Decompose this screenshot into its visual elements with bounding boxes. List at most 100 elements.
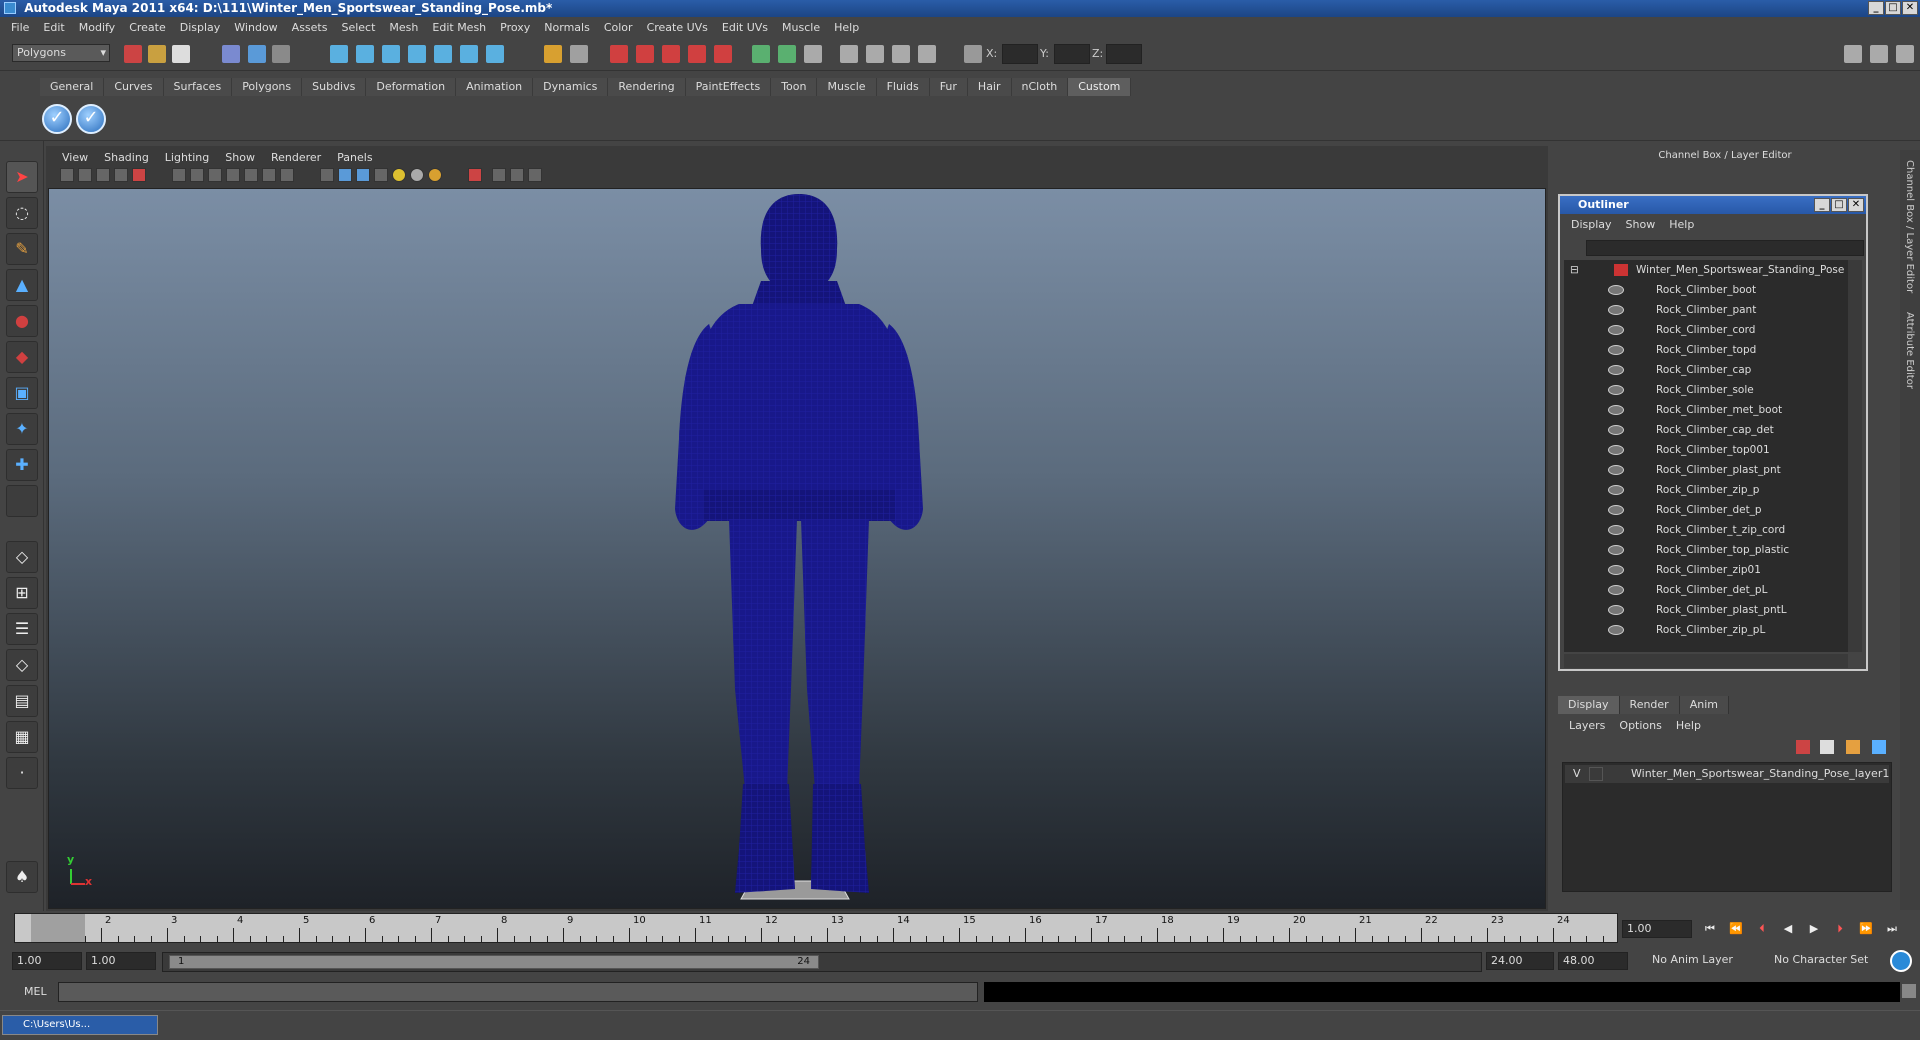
current-frame-marker[interactable]	[31, 914, 85, 942]
auto-key-icon[interactable]	[1890, 950, 1912, 972]
outliner-filter-input[interactable]	[1586, 240, 1864, 256]
snap-view-plane-icon[interactable]	[408, 45, 426, 63]
menu-select[interactable]: Select	[334, 21, 382, 34]
custom-shelf-button-2[interactable]: ✓	[76, 104, 106, 134]
tab-ncloth[interactable]: nCloth	[1011, 78, 1069, 96]
outliner-row[interactable]: Rock_Climber_met_boot	[1564, 400, 1848, 420]
play-backward-button[interactable]: ◀	[1778, 920, 1798, 938]
mel-label[interactable]: MEL	[24, 985, 47, 998]
outliner-row[interactable]: Rock_Climber_cap	[1564, 360, 1848, 380]
command-input[interactable]	[58, 982, 978, 1002]
outliner-row[interactable]: Rock_Climber_boot	[1564, 280, 1848, 300]
lasso-tool-icon[interactable]: ◌	[6, 197, 38, 229]
layer-row[interactable]: V Winter_Men_Sportswear_Standing_Pose_la…	[1565, 765, 1889, 783]
new-layer-selected-icon[interactable]	[1820, 740, 1834, 754]
outliner-minimize-button[interactable]: _	[1814, 198, 1830, 212]
magnet-icon[interactable]	[610, 45, 628, 63]
xray-icon[interactable]	[468, 168, 482, 182]
layer-menu-help[interactable]: Help	[1669, 719, 1708, 732]
start-time-field[interactable]: 1.00	[12, 952, 82, 970]
high-quality-icon[interactable]	[510, 168, 524, 182]
camera-lock-icon[interactable]	[132, 168, 146, 182]
outliner-row[interactable]: Rock_Climber_top_plastic	[1564, 540, 1848, 560]
outliner-row[interactable]: Rock_Climber_det_pL	[1564, 580, 1848, 600]
absolute-transform-icon[interactable]	[964, 45, 982, 63]
scale-tool-icon[interactable]: ◆	[6, 341, 38, 373]
render-icon[interactable]	[636, 45, 654, 63]
minimize-button[interactable]: _	[1868, 1, 1884, 15]
history-icon[interactable]	[460, 45, 478, 63]
batch-icon[interactable]	[892, 45, 910, 63]
playback-end-field[interactable]: 24.00	[1486, 952, 1554, 970]
tab-animation[interactable]: Animation	[456, 78, 534, 96]
step-forward-frame-button[interactable]: ⏵	[1830, 920, 1850, 938]
film-gate-icon[interactable]	[190, 168, 204, 182]
textured-icon[interactable]	[374, 168, 388, 182]
layer-options-icon[interactable]	[1872, 740, 1886, 754]
camera-icon[interactable]	[840, 45, 858, 63]
tab-layer-display[interactable]: Display	[1558, 696, 1620, 714]
go-to-end-button[interactable]: ⏭	[1882, 920, 1902, 938]
outliner-row[interactable]: Rock_Climber_top001	[1564, 440, 1848, 460]
character-set-dropdown[interactable]: No Character Set	[1770, 952, 1874, 970]
default-light-icon[interactable]	[428, 168, 442, 182]
side-tab-attribute-editor[interactable]: Attribute Editor	[1904, 312, 1915, 389]
hypershade-persp-layout-icon[interactable]: ▤	[6, 685, 38, 717]
outliner-persp-layout-icon[interactable]: ☰	[6, 613, 38, 645]
image-plane-icon[interactable]	[114, 168, 128, 182]
shadows-icon[interactable]	[410, 168, 424, 182]
outliner-vertical-scrollbar[interactable]	[1848, 260, 1862, 652]
maximize-button[interactable]: □	[1885, 1, 1901, 15]
rotate-tool-icon[interactable]: ●	[6, 305, 38, 337]
paint-select-tool-icon[interactable]: ✎	[6, 233, 38, 265]
lights-icon[interactable]	[392, 168, 406, 182]
outliner-menu-help[interactable]: Help	[1662, 218, 1701, 231]
menu-display[interactable]: Display	[173, 21, 228, 34]
new-layer-icon[interactable]	[1796, 740, 1810, 754]
hypershade-icon[interactable]	[714, 45, 732, 63]
new-scene-icon[interactable]	[124, 45, 142, 63]
snap-curve-icon[interactable]	[356, 45, 374, 63]
share-icon[interactable]	[528, 168, 542, 182]
layer-visibility-toggle[interactable]: V	[1573, 765, 1581, 783]
menu-proxy[interactable]: Proxy	[493, 21, 537, 34]
wireframe-icon[interactable]	[320, 168, 334, 182]
menu-normals[interactable]: Normals	[537, 21, 597, 34]
make-live-icon[interactable]	[434, 45, 452, 63]
select-hierarchy-icon[interactable]	[222, 45, 240, 63]
show-attribute-icon[interactable]	[778, 45, 796, 63]
help-icon[interactable]	[486, 45, 504, 63]
menu-edit-uvs[interactable]: Edit UVs	[715, 21, 775, 34]
resolution-gate-icon[interactable]	[208, 168, 222, 182]
transform-icon[interactable]	[866, 45, 884, 63]
tab-curves[interactable]: Curves	[104, 78, 164, 96]
grid-icon[interactable]	[172, 168, 186, 182]
gate-mask-icon[interactable]	[226, 168, 240, 182]
play-forward-button[interactable]: ▶	[1804, 920, 1824, 938]
select-object-icon[interactable]	[248, 45, 266, 63]
wireframe-on-shaded-icon[interactable]	[356, 168, 370, 182]
menu-help[interactable]: Help	[827, 21, 866, 34]
script-editor-icon[interactable]	[1902, 984, 1916, 998]
end-time-field[interactable]: 48.00	[1558, 952, 1628, 970]
menu-assets[interactable]: Assets	[285, 21, 335, 34]
outliner-row[interactable]: Rock_Climber_t_zip_cord	[1564, 520, 1848, 540]
move-tool-icon[interactable]: ▲	[6, 269, 38, 301]
outliner-close-button[interactable]: ✕	[1848, 198, 1864, 212]
collapse-icon[interactable]: ⊟	[1570, 260, 1579, 280]
selection-mask-icon[interactable]	[570, 45, 588, 63]
x-field[interactable]	[1002, 44, 1038, 64]
outliner-menu-display[interactable]: Display	[1564, 218, 1619, 231]
tab-surfaces[interactable]: Surfaces	[163, 78, 233, 96]
graph-persp-layout-icon[interactable]: ◇	[6, 649, 38, 681]
menu-create[interactable]: Create	[122, 21, 173, 34]
outliner-list[interactable]: ⊟ Winter_Men_Sportswear_Standing_Pose Ro…	[1564, 260, 1848, 652]
select-tool-icon[interactable]: ➤	[6, 161, 38, 193]
tab-fluids[interactable]: Fluids	[876, 78, 930, 96]
layer-type-toggle[interactable]	[1589, 767, 1603, 781]
menu-mesh[interactable]: Mesh	[382, 21, 425, 34]
custom-shelf-button-1[interactable]: ✓	[42, 104, 72, 134]
range-slider-handle[interactable]: 1 24	[169, 955, 819, 969]
go-to-start-button[interactable]: ⏮	[1700, 920, 1720, 938]
layout-options-icon[interactable]: ·	[6, 757, 38, 789]
